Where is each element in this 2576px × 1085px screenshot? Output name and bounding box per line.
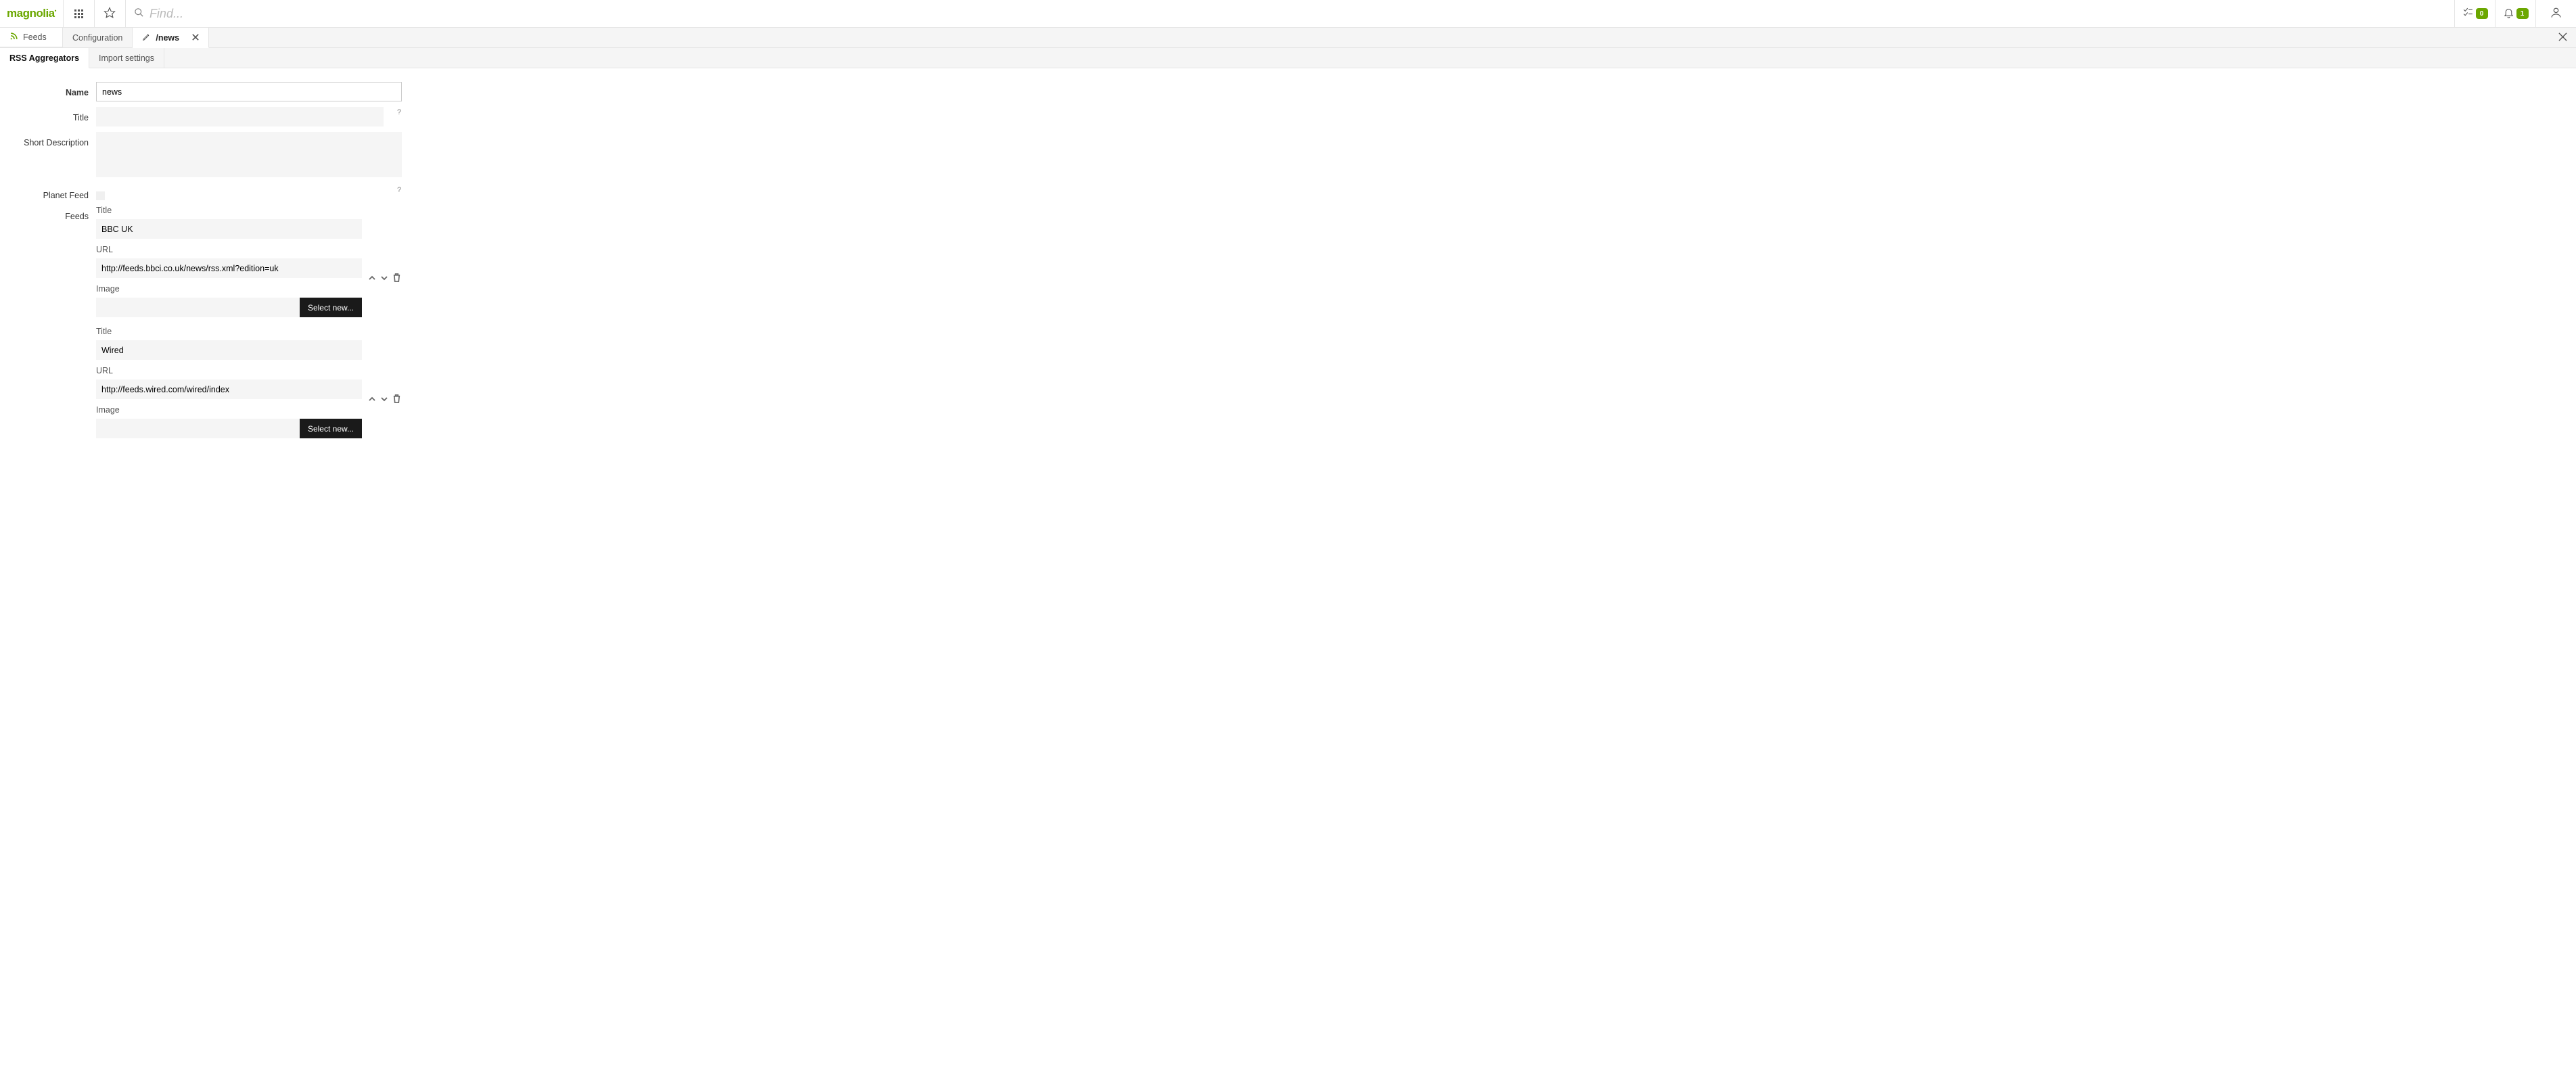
delete-button[interactable]	[392, 394, 401, 405]
tab-configuration[interactable]: Configuration	[63, 28, 133, 47]
feed-controls	[368, 273, 401, 284]
tasks-badge: 0	[2476, 8, 2488, 19]
feed-item: Title URL Image Select new...	[96, 327, 402, 438]
top-header: magnolia• 0 1	[0, 0, 2576, 28]
label-short-description: Short Description	[0, 132, 96, 147]
user-icon	[2550, 6, 2562, 21]
sub-tabs: RSS Aggregators Import settings	[0, 48, 2576, 68]
search-icon	[134, 7, 144, 20]
sub-tab-import-settings[interactable]: Import settings	[89, 48, 164, 68]
tasks-button[interactable]: 0	[2454, 0, 2495, 27]
label-planet-feed: Planet Feed	[0, 185, 96, 200]
help-title[interactable]: ?	[397, 108, 401, 116]
apps-button[interactable]	[64, 0, 95, 27]
form-area: Name Title ? Short Description Planet Fe…	[0, 68, 2576, 474]
short-description-input[interactable]	[96, 132, 402, 177]
feed-url-label: URL	[96, 245, 402, 254]
favorite-button[interactable]	[95, 0, 126, 27]
header-right: 0 1	[2454, 0, 2576, 27]
feed-controls	[368, 394, 401, 405]
feed-title-input[interactable]	[96, 340, 362, 360]
tab-feeds-label: Feeds	[23, 32, 47, 42]
chevron-down-icon	[380, 395, 388, 405]
feed-item: Title URL Image Select new...	[96, 206, 402, 317]
title-input[interactable]	[96, 107, 384, 126]
feed-url-label: URL	[96, 366, 402, 375]
label-name: Name	[0, 82, 96, 97]
search-input[interactable]	[150, 7, 352, 21]
star-icon	[104, 7, 116, 21]
app-tabs: Feeds Configuration /news	[0, 28, 2576, 48]
select-new-button[interactable]: Select new...	[300, 298, 362, 317]
delete-button[interactable]	[392, 273, 401, 284]
notifications-badge: 1	[2516, 8, 2529, 19]
close-app-button[interactable]	[2549, 28, 2576, 47]
search-section	[126, 0, 2454, 27]
planet-feed-checkbox[interactable]	[96, 191, 105, 200]
feed-image-label: Image	[96, 284, 402, 294]
row-short-description: Short Description	[0, 132, 2576, 179]
move-down-button[interactable]	[380, 395, 388, 405]
tab-configuration-label: Configuration	[72, 33, 122, 43]
row-title: Title ?	[0, 107, 2576, 126]
trash-icon	[392, 274, 401, 284]
tab-feeds[interactable]: Feeds	[0, 28, 63, 47]
label-title: Title	[0, 107, 96, 122]
row-name: Name	[0, 82, 2576, 101]
logo: magnolia•	[7, 7, 56, 20]
close-tab-button[interactable]	[192, 33, 199, 43]
feed-image-input[interactable]	[96, 419, 300, 438]
tasks-icon	[2462, 7, 2474, 20]
feed-title-label: Title	[96, 206, 402, 215]
trash-icon	[392, 395, 401, 405]
row-feeds: Feeds Title URL Image Select new...	[0, 206, 2576, 448]
chevron-up-icon	[368, 274, 376, 284]
help-planet-feed[interactable]: ?	[397, 186, 401, 194]
user-button[interactable]	[2535, 0, 2576, 27]
tab-editing-news[interactable]: /news	[133, 28, 209, 48]
feed-title-label: Title	[96, 327, 402, 336]
feed-title-input[interactable]	[96, 219, 362, 239]
apps-grid-icon	[74, 9, 83, 18]
feed-url-input[interactable]	[96, 379, 362, 399]
logo-section: magnolia•	[0, 0, 64, 27]
label-feeds: Feeds	[0, 206, 96, 221]
close-icon	[2558, 32, 2567, 43]
pencil-icon	[142, 32, 151, 43]
sub-tab-rss-aggregators[interactable]: RSS Aggregators	[0, 48, 89, 68]
feed-image-label: Image	[96, 405, 402, 415]
move-up-button[interactable]	[368, 395, 376, 405]
sub-tab-import-settings-label: Import settings	[99, 53, 154, 63]
move-down-button[interactable]	[380, 274, 388, 284]
chevron-down-icon	[380, 274, 388, 284]
select-new-button[interactable]: Select new...	[300, 419, 362, 438]
rss-icon	[9, 32, 18, 43]
feed-image-input[interactable]	[96, 298, 300, 317]
move-up-button[interactable]	[368, 274, 376, 284]
bell-icon	[2503, 7, 2514, 20]
chevron-up-icon	[368, 395, 376, 405]
sub-tab-rss-aggregators-label: RSS Aggregators	[9, 53, 79, 63]
name-input[interactable]	[96, 82, 402, 101]
close-icon	[192, 33, 199, 43]
tab-editing-label: /news	[156, 33, 179, 43]
row-planet-feed: Planet Feed ?	[0, 185, 2576, 200]
feed-url-input[interactable]	[96, 258, 362, 278]
notifications-button[interactable]: 1	[2495, 0, 2535, 27]
